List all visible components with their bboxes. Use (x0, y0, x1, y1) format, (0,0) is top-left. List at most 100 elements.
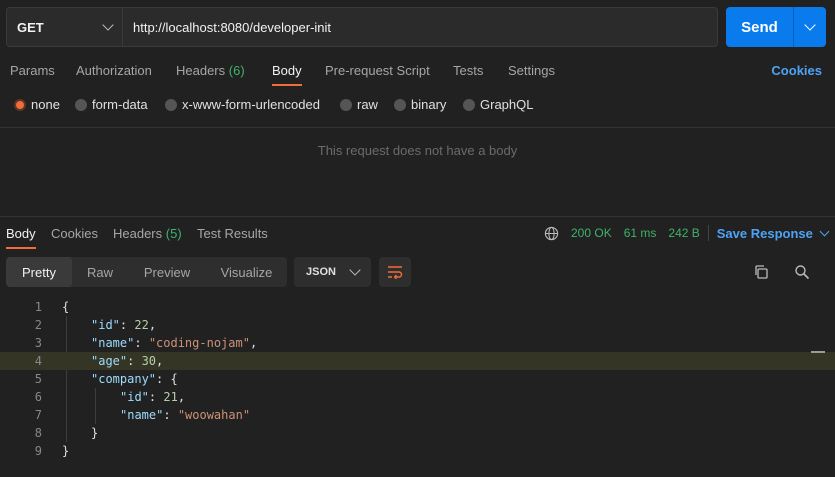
save-response-label: Save Response (716, 225, 813, 241)
radio-urlencoded-label: x-www-form-urlencoded (182, 97, 320, 112)
response-size[interactable]: 242 B (668, 226, 699, 240)
view-preview-button[interactable]: Preview (128, 257, 206, 287)
code-token: "age" (91, 354, 128, 368)
cookies-link[interactable]: Cookies (771, 63, 822, 78)
code-line: 9} (0, 442, 835, 460)
empty-body-message: This request does not have a body (317, 143, 518, 158)
radio-selected-icon (14, 98, 26, 111)
line-number: 5 (34, 372, 42, 386)
view-visualize-button[interactable]: Visualize (206, 257, 287, 287)
code-text: "company": { (91, 370, 178, 388)
send-options-button[interactable] (794, 7, 826, 47)
radio-form-data[interactable]: form-data (75, 97, 148, 112)
tab-response-cookies[interactable]: Cookies (51, 226, 98, 241)
code-line: 2 "id": 22, (0, 316, 835, 334)
radio-binary-label: binary (411, 97, 447, 112)
response-tabs: Body Cookies Headers (5) Test Results 20… (0, 224, 835, 250)
method-label: GET (17, 19, 44, 35)
copy-icon[interactable] (753, 264, 769, 280)
chevron-down-icon (819, 226, 830, 236)
tab-headers-count: (6) (228, 63, 245, 78)
code-token: 22 (134, 318, 149, 332)
wrap-lines-icon (388, 266, 403, 279)
code-token: "id" (91, 318, 120, 332)
divider (0, 127, 835, 128)
view-pretty-button[interactable]: Pretty (6, 257, 72, 287)
code-text: "id": 21, (120, 388, 185, 406)
code-token: : (148, 390, 164, 404)
code-text: "id": 22, (91, 316, 156, 334)
active-tab-indicator (272, 84, 302, 86)
tab-prerequest-script[interactable]: Pre-request Script (325, 63, 430, 78)
tab-response-body[interactable]: Body (6, 226, 36, 241)
radio-form-data-label: form-data (92, 97, 148, 112)
send-button-group: Send (726, 7, 826, 47)
wrap-lines-button[interactable] (379, 257, 411, 287)
url-bar: GET http://localhost:8080/developer-init (6, 7, 718, 47)
tab-response-headers-count: (5) (165, 226, 182, 241)
tab-response-headers-label: Headers (113, 226, 163, 241)
tab-headers[interactable]: Headers (6) (176, 63, 245, 78)
tab-params[interactable]: Params (10, 63, 55, 78)
url-input[interactable]: http://localhost:8080/developer-init (123, 8, 331, 46)
globe-icon[interactable] (544, 226, 559, 241)
view-raw-button[interactable]: Raw (72, 257, 128, 287)
divider (0, 216, 835, 217)
code-text: "name": "woowahan" (120, 406, 250, 424)
save-response-button[interactable]: Save Response (716, 225, 830, 241)
code-lines: 1{2 "id": 22, 3 "name": "coding-nojam", 4 "ag… (0, 298, 835, 460)
code-line: 5 "company": { (0, 370, 835, 388)
code-token: { (170, 372, 178, 386)
search-icon[interactable] (794, 264, 810, 280)
response-code-editor[interactable]: 1{2 "id": 22, 3 "name": "coding-nojam", 4 "ag… (0, 298, 835, 460)
radio-urlencoded[interactable]: x-www-form-urlencoded (165, 97, 320, 112)
radio-icon (463, 98, 475, 111)
status-code[interactable]: 200 OK (571, 226, 612, 240)
code-text: } (91, 424, 98, 442)
line-number: 2 (34, 318, 42, 332)
code-token: "company" (91, 372, 157, 386)
code-text: "age": 30, (91, 352, 163, 370)
line-number: 3 (34, 336, 42, 350)
chevron-down-icon (804, 19, 816, 31)
chevron-down-icon (349, 264, 361, 276)
radio-raw[interactable]: raw (340, 97, 378, 112)
tab-headers-label: Headers (176, 63, 226, 78)
code-token: : (163, 408, 178, 422)
code-token: : (119, 318, 135, 332)
radio-none-label: none (31, 97, 60, 112)
active-tab-indicator (6, 247, 36, 249)
response-status-bar: 200 OK 61 ms 242 B Save Response (544, 224, 830, 242)
code-token: "name" (91, 336, 135, 350)
line-number: 7 (34, 408, 42, 422)
response-time[interactable]: 61 ms (624, 226, 657, 240)
method-select[interactable]: GET (7, 8, 123, 46)
tab-authorization[interactable]: Authorization (76, 63, 152, 78)
code-token: "woowahan" (177, 408, 251, 422)
radio-binary[interactable]: binary (394, 97, 446, 112)
code-token: "name" (120, 408, 164, 422)
body-type-options: none form-data x-www-form-urlencoded raw… (0, 97, 835, 117)
format-select[interactable]: JSON (294, 257, 371, 287)
code-token: } (91, 426, 99, 440)
tab-tests[interactable]: Tests (453, 63, 483, 78)
radio-none[interactable]: none (14, 97, 60, 112)
code-line: 3 "name": "coding-nojam", (0, 334, 835, 352)
radio-raw-label: raw (357, 97, 378, 112)
radio-icon (165, 98, 177, 111)
code-line: 7 "name": "woowahan" (0, 406, 835, 424)
radio-icon (394, 98, 406, 111)
code-line: 1{ (0, 298, 835, 316)
line-number: 6 (34, 390, 42, 404)
radio-graphql[interactable]: GraphQL (463, 97, 533, 112)
code-text: { (62, 298, 69, 316)
tab-settings[interactable]: Settings (508, 63, 555, 78)
code-token: : (134, 336, 149, 350)
tab-body[interactable]: Body (272, 63, 302, 78)
tab-test-results[interactable]: Test Results (197, 226, 268, 241)
send-button[interactable]: Send (726, 7, 794, 47)
tab-response-headers[interactable]: Headers (5) (113, 226, 182, 241)
code-token: , (249, 336, 258, 350)
separator (707, 225, 709, 241)
line-number: 9 (34, 444, 42, 458)
